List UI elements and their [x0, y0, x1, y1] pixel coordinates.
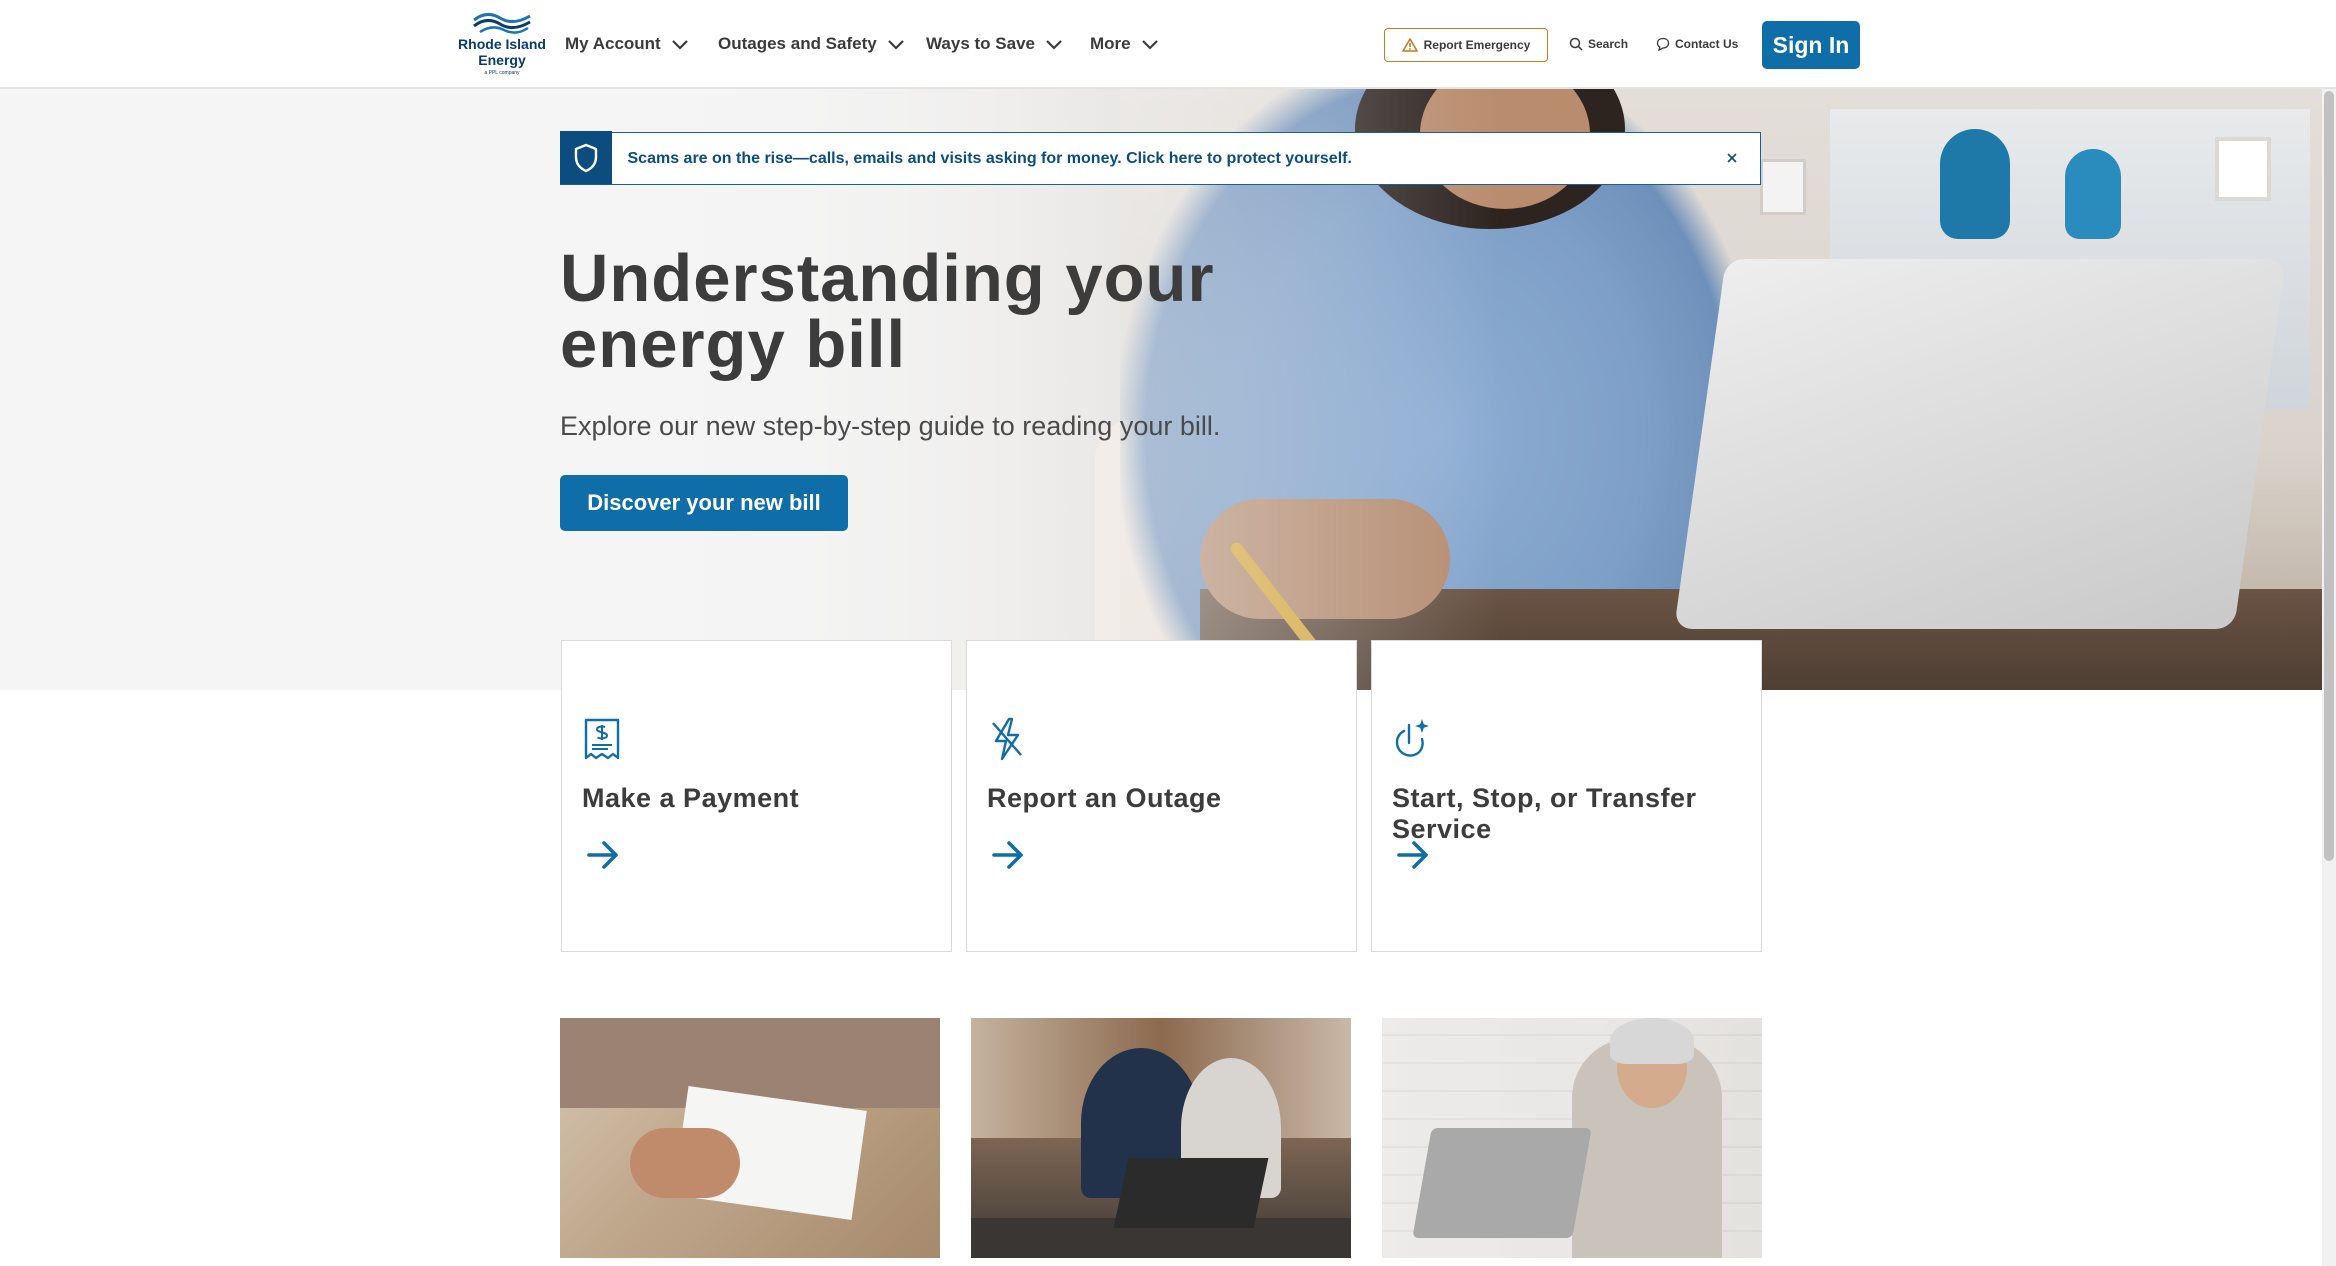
nav-label: More [1090, 34, 1131, 53]
brand-name-line2: Energy [478, 52, 526, 68]
scrollbar-thumb[interactable] [2324, 91, 2334, 861]
close-icon [1727, 153, 1737, 163]
nav-label: My Account [565, 34, 661, 53]
scam-alert-link[interactable]: Scams are on the rise—calls, emails and … [628, 150, 1352, 168]
card-title: Report an Outage [987, 783, 1222, 813]
photo-shape [1113, 1158, 1269, 1228]
search-link[interactable]: Search [1569, 37, 1628, 51]
arrow-right-icon [1397, 841, 1428, 869]
scam-alert-banner: Scams are on the rise—calls, emails and … [559, 131, 1761, 185]
chevron-down-icon [671, 40, 688, 50]
card-title: Make a Payment [582, 783, 800, 813]
brand-name-line1: Rhode Island [458, 36, 546, 52]
nav-label: Outages and Safety [718, 34, 877, 53]
discover-bill-button[interactable]: Discover your new bill [560, 475, 848, 531]
photo-shape [1412, 1128, 1592, 1238]
contact-us-label: Contact Us [1675, 37, 1739, 51]
brand-logo[interactable]: Rhode Island Energy a PPL company [456, 6, 548, 78]
start-stop-transfer-card[interactable]: Start, Stop, or Transfer Service [1371, 640, 1762, 952]
shield-icon [574, 143, 597, 172]
nav-my-account[interactable]: My Account [565, 34, 689, 54]
hero-photo-laptop [1674, 259, 2286, 629]
nav-more[interactable]: More [1090, 34, 1159, 54]
nav-outages-and-safety[interactable]: Outages and Safety [718, 34, 905, 54]
nav-ways-to-save[interactable]: Ways to Save [926, 34, 1063, 54]
report-outage-card[interactable]: Report an Outage [966, 640, 1357, 952]
arrow-right-icon [992, 841, 1023, 869]
power-outage-icon [992, 717, 1022, 761]
photo-shape [1610, 1018, 1694, 1064]
report-emergency-label: Report Emergency [1423, 38, 1531, 52]
hero-photo-vase [1940, 129, 2010, 239]
arrow-right-icon [587, 841, 618, 869]
hero-photo-vase [2065, 149, 2121, 239]
feature-photo-couple-laptop[interactable] [971, 1018, 1351, 1258]
hero-photo-frame [2215, 137, 2271, 201]
contact-us-link[interactable]: Contact Us [1656, 37, 1738, 51]
hero-photo-frame [1760, 159, 1806, 215]
search-icon [1569, 37, 1583, 51]
feature-photo-woman-laptop[interactable] [1382, 1018, 1762, 1258]
bill-payment-icon [584, 718, 620, 760]
hero-subtitle: Explore our new step-by-step guide to re… [560, 411, 1221, 441]
photo-shape [630, 1128, 740, 1198]
waves-logo-icon [473, 13, 531, 34]
sign-in-button[interactable]: Sign In [1762, 21, 1860, 69]
alert-icon-box [559, 131, 612, 185]
alert-close-button[interactable] [1722, 148, 1742, 168]
chevron-down-icon [1141, 40, 1158, 50]
card-title: Start, Stop, or Transfer Service [1392, 783, 1697, 844]
chat-bubble-icon [1656, 37, 1670, 51]
chevron-down-icon [1046, 40, 1062, 50]
warning-triangle-icon [1401, 38, 1418, 52]
nav-label: Ways to Save [926, 34, 1035, 53]
brand-tagline: a PPL company [484, 70, 520, 76]
make-payment-card[interactable]: Make a Payment [561, 640, 952, 952]
hero-title: Understanding your energy bill [560, 241, 1215, 382]
power-toggle-icon [1395, 719, 1429, 757]
feature-photo-bill[interactable] [560, 1018, 940, 1258]
search-label: Search [1588, 37, 1629, 51]
site-header: Rhode Island Energy a PPL company My Acc… [0, 0, 2336, 89]
report-emergency-button[interactable]: Report Emergency [1384, 28, 1548, 62]
chevron-down-icon [887, 40, 904, 50]
